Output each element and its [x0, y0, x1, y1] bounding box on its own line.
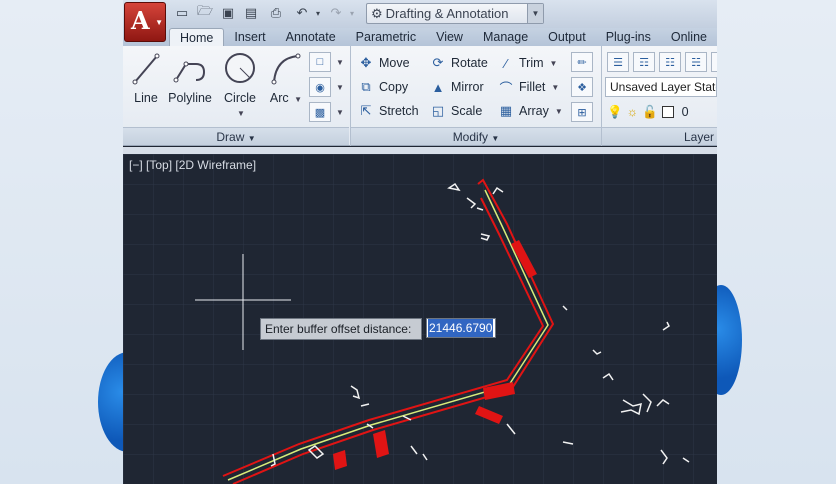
rotate-icon: ⟳	[432, 55, 444, 70]
chevron-down-icon[interactable]: ▼	[336, 108, 344, 117]
chevron-down-icon[interactable]: ▼	[294, 95, 302, 104]
open-icon[interactable]: 🗁	[196, 3, 214, 22]
trim-button[interactable]: ∕ Trim ▼	[497, 53, 558, 73]
tab-insert[interactable]: Insert	[224, 28, 275, 46]
undo-dropdown-icon[interactable]: ▾	[309, 4, 327, 22]
workspace-selector[interactable]: ⚙ Drafting & Annotation ▼	[366, 3, 544, 24]
move-icon: ✥	[360, 55, 372, 70]
offset-distance-value: 21446.6790	[428, 319, 494, 337]
rectangle-icon[interactable]: □	[309, 52, 331, 72]
layer-match-icon[interactable]: ☷	[659, 52, 681, 72]
chevron-down-icon: ▼	[527, 4, 543, 23]
scale-icon: ◱	[431, 103, 445, 118]
sun-icon: ☼	[626, 105, 639, 119]
ribbon-viewport-gap	[123, 147, 717, 154]
circle-icon	[225, 53, 255, 83]
chevron-down-icon: ▼	[155, 18, 163, 27]
circle-button[interactable]: Circle ▼	[221, 50, 259, 119]
layer-properties-icon[interactable]: ☰	[607, 52, 629, 72]
offset-distance-input[interactable]: 21446.6790	[426, 318, 496, 338]
array-icon: ▦	[499, 103, 513, 118]
erase-icon[interactable]: ✏	[571, 52, 593, 72]
tab-view[interactable]: View	[426, 28, 473, 46]
trim-icon: ∕	[504, 55, 508, 71]
tab-manage[interactable]: Manage	[473, 28, 538, 46]
stretch-button[interactable]: ⇱ Stretch	[357, 101, 419, 121]
application-menu-button[interactable]: A ▼	[124, 2, 166, 42]
polyline-icon	[173, 61, 206, 83]
title-bar: ▭ 🗁 ▣ ▤ ⎙ ↶ ▾ ↷ ▾ ⚙ Drafting & Annotatio…	[123, 0, 717, 28]
viewport-controls-label[interactable]: [−] [Top] [2D Wireframe]	[129, 158, 256, 172]
scale-button[interactable]: ◱ Scale	[429, 101, 482, 121]
explode-icon[interactable]: ❖	[571, 77, 593, 97]
workspace-label: Drafting & Annotation	[385, 6, 509, 21]
layer-extra-icon[interactable]: □	[711, 52, 717, 72]
layers-panel-title[interactable]: Layer	[602, 127, 717, 145]
hatch-icon[interactable]: ◉	[309, 77, 331, 97]
copy-icon: ⧉	[361, 79, 371, 94]
line-icon	[132, 53, 160, 85]
array-button[interactable]: ▦ Array ▼	[497, 101, 563, 121]
new-icon[interactable]: ▭	[173, 4, 191, 22]
tab-home[interactable]: Home	[169, 28, 225, 46]
polyline-label: Polyline	[168, 91, 212, 105]
line-label: Line	[134, 91, 158, 105]
autocad-window: ▭ 🗁 ▣ ▤ ⎙ ↶ ▾ ↷ ▾ ⚙ Drafting & Annotatio…	[123, 0, 717, 484]
unlock-icon: 🔓	[642, 104, 658, 119]
stretch-icon: ⇱	[360, 103, 372, 118]
arc-button[interactable]: Arc ▼	[268, 50, 304, 105]
layer-state-dropdown[interactable]: Unsaved Layer State	[605, 77, 717, 97]
ribbon: Line Polyline Circle ▼ Arc ▼ □ ◉ ▩ ▼ ▼ ▼…	[123, 46, 717, 146]
layer-color-swatch	[661, 106, 674, 118]
tab-online[interactable]: Online	[661, 28, 717, 46]
fillet-icon: ⌒	[499, 80, 513, 96]
circle-label: Circle	[224, 91, 256, 105]
chevron-down-icon: ▼	[554, 106, 563, 116]
chevron-down-icon: ▼	[549, 58, 558, 68]
tab-annotate[interactable]: Annotate	[276, 28, 346, 46]
tab-output[interactable]: Output	[538, 28, 596, 46]
command-prompt-tooltip: Enter buffer offset distance:	[260, 318, 422, 340]
arc-label: Arc	[269, 91, 289, 105]
current-layer-dropdown[interactable]: 💡 ☼ 🔓 0	[607, 102, 689, 122]
layer-isolate-icon[interactable]: ☵	[685, 52, 707, 72]
tab-parametric[interactable]: Parametric	[346, 28, 426, 46]
modify-panel-title[interactable]: Modify ▼	[351, 127, 601, 145]
line-button[interactable]: Line	[129, 50, 163, 105]
ribbon-tabs: Home Insert Annotate Parametric View Man…	[123, 28, 717, 46]
rotate-button[interactable]: ⟳ Rotate	[429, 53, 488, 73]
arc-icon	[271, 53, 301, 85]
gear-icon: ⚙	[371, 5, 383, 21]
move-button[interactable]: ✥ Move	[357, 53, 410, 73]
chevron-down-icon[interactable]: ▼	[336, 58, 344, 67]
offset-icon[interactable]: ⊞	[571, 102, 593, 122]
draw-panel-title[interactable]: Draw ▼	[123, 127, 349, 145]
chevron-down-icon[interactable]: ▼	[336, 83, 344, 92]
current-layer-name: 0	[681, 105, 689, 119]
save-icon[interactable]: ▣	[219, 4, 237, 22]
mirror-icon: ▲	[431, 79, 445, 95]
print-icon[interactable]: ⎙	[267, 4, 285, 22]
redo-dropdown-icon[interactable]: ▾	[343, 4, 361, 22]
chevron-down-icon: ▼	[551, 82, 560, 92]
chevron-down-icon[interactable]: ▼	[237, 109, 245, 118]
app-menu-icon: A	[131, 6, 150, 35]
light-bulb-icon: 💡	[607, 104, 623, 119]
copy-button[interactable]: ⧉ Copy	[357, 77, 408, 97]
polyline-button[interactable]: Polyline	[167, 50, 213, 105]
layer-states-icon[interactable]: ☶	[633, 52, 655, 72]
region-icon[interactable]: ▩	[309, 102, 331, 122]
fillet-button[interactable]: ⌒ Fillet ▼	[497, 77, 559, 97]
mirror-button[interactable]: ▲ Mirror	[429, 77, 484, 97]
save-as-icon[interactable]: ▤	[242, 4, 260, 22]
tab-plug-ins[interactable]: Plug-ins	[596, 28, 661, 46]
